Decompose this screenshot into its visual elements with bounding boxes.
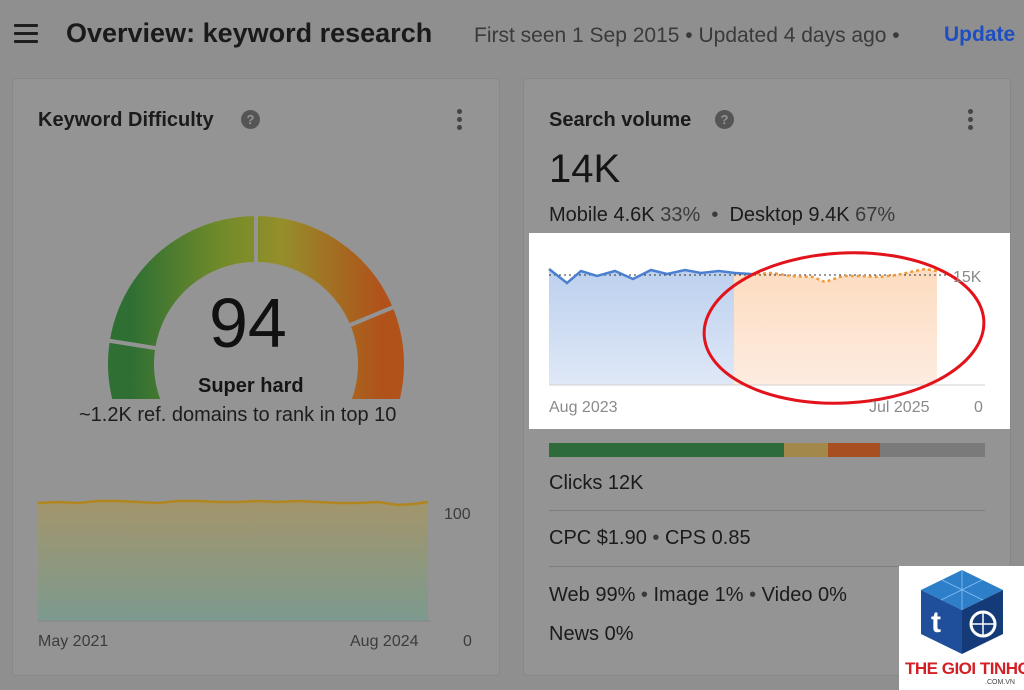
search-volume-title: Search volume	[549, 109, 692, 131]
image-share: Image 1%	[653, 584, 744, 606]
svg-text:t: t	[931, 606, 941, 639]
distribution-segment	[880, 443, 985, 457]
help-icon[interactable]: ?	[715, 110, 734, 129]
cpc-cps-stat: CPC $1.90 • CPS 0.85	[549, 527, 751, 549]
history-area	[549, 269, 761, 385]
menu-icon[interactable]	[14, 24, 40, 44]
desktop-label: Desktop	[729, 204, 803, 226]
difficulty-x-start: May 2021	[38, 633, 109, 650]
serp-types-stat: Web 99% • Image 1% • Video 0%	[549, 584, 847, 606]
page-title: Overview: keyword research	[66, 18, 433, 48]
difficulty-label: Super hard	[198, 375, 304, 397]
news-share: News 0%	[549, 623, 634, 645]
desktop-value: 9.4K	[808, 204, 850, 226]
desktop-percent: 67%	[855, 204, 896, 226]
cpc-value: CPC $1.90	[549, 527, 647, 549]
cps-value: CPS 0.85	[664, 527, 751, 549]
keyword-difficulty-card: Keyword Difficulty ? 94 Super hard ~1.2K…	[12, 78, 500, 676]
page-header: Overview: keyword research First seen 1 …	[0, 0, 1024, 72]
difficulty-y-min: 0	[463, 633, 472, 650]
watermark-subtext: .COM.VN	[985, 679, 1015, 686]
difficulty-history-chart	[38, 499, 430, 622]
watermark-text: THE GIOI TINHOC	[905, 659, 1024, 678]
difficulty-subtext: ~1.2K ref. domains to rank in top 10	[79, 404, 397, 426]
page-meta: First seen 1 Sep 2015 • Updated 4 days a…	[474, 24, 900, 47]
volume-x-start: Aug 2023	[549, 399, 618, 416]
difficulty-x-end: Aug 2024	[350, 633, 419, 650]
device-split: Mobile 4.6K 33% • Desktop 9.4K 67%	[549, 204, 896, 226]
mobile-value: 4.6K	[613, 204, 655, 226]
cube-logo-icon: t	[921, 570, 1003, 654]
more-options-icon[interactable]	[454, 109, 464, 131]
distribution-segment	[549, 443, 785, 457]
help-icon[interactable]: ?	[241, 110, 260, 129]
video-share: Video 0%	[761, 584, 847, 606]
clicks-distribution-bar	[549, 443, 985, 457]
difficulty-score: 94	[209, 284, 287, 362]
difficulty-area	[38, 501, 428, 621]
difficulty-y-max: 100	[444, 506, 471, 523]
divider	[549, 510, 985, 511]
volume-y-min: 0	[974, 399, 983, 416]
web-share: Web 99%	[549, 584, 636, 606]
keyword-difficulty-title: Keyword Difficulty	[38, 109, 214, 131]
clicks-stat: Clicks 12K	[549, 472, 644, 494]
mobile-percent: 33%	[660, 204, 701, 226]
mobile-label: Mobile	[549, 204, 608, 226]
search-volume-value: 14K	[549, 147, 621, 191]
volume-y-max: 15K	[953, 269, 982, 286]
distribution-segment	[828, 443, 881, 457]
distribution-segment	[784, 443, 829, 457]
more-options-icon[interactable]	[965, 109, 975, 131]
watermark-logo: t THE GIOI TINHOC .COM.VN	[899, 566, 1024, 690]
update-link[interactable]: Update	[944, 23, 1015, 47]
volume-x-end: Jul 2025	[869, 399, 930, 416]
search-volume-chart-highlight: 15K 0 Aug 2023 Jul 2025	[529, 233, 1010, 429]
forecast-area	[734, 269, 937, 385]
